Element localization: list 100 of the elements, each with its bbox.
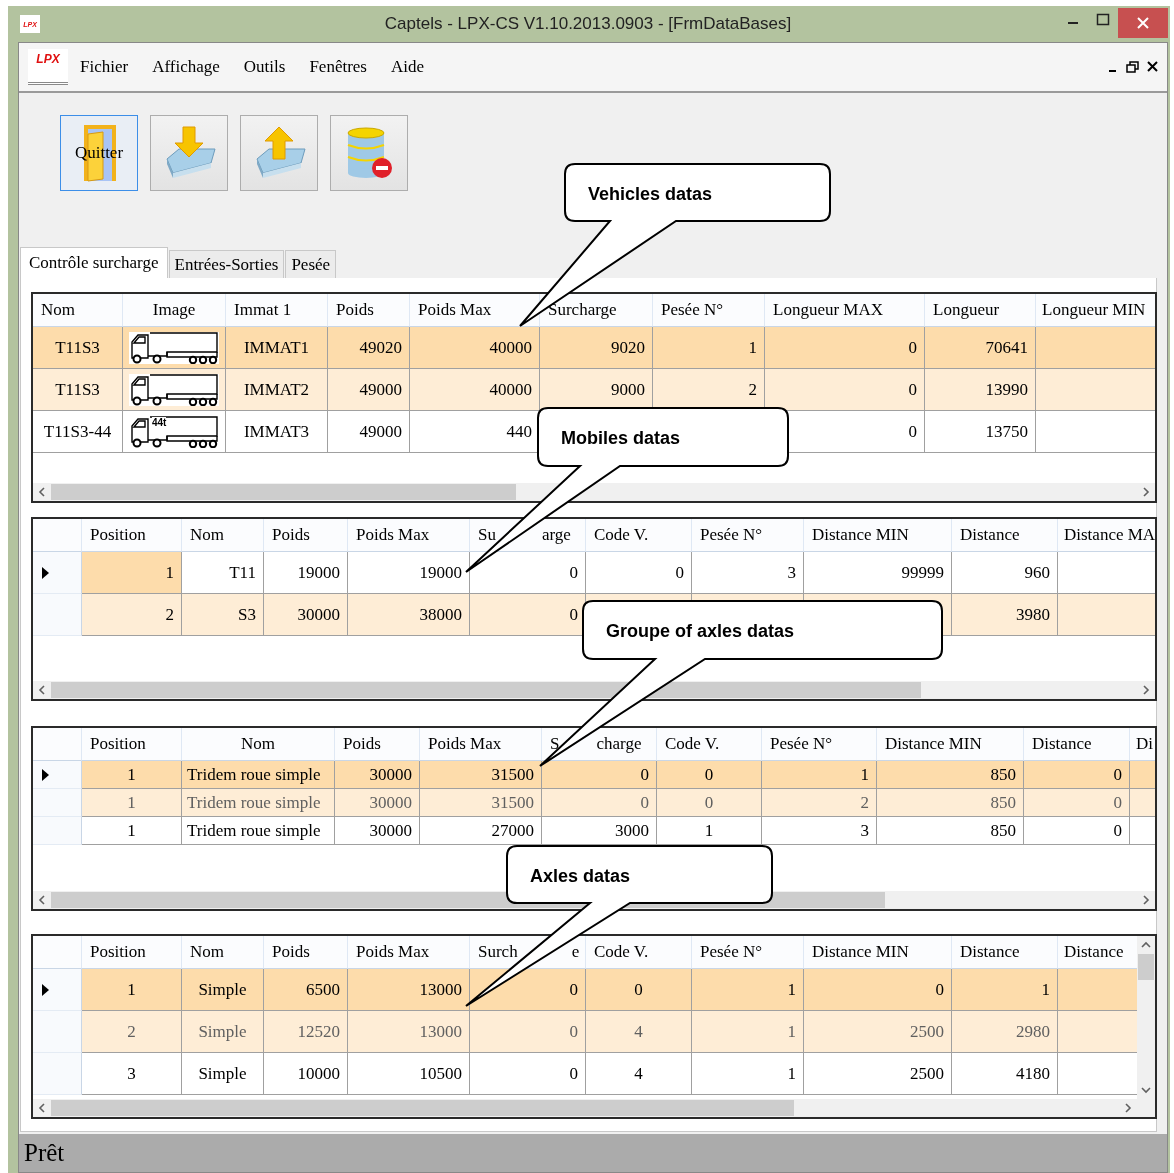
- column-header[interactable]: Distance: [952, 936, 1058, 969]
- table-cell: 49000: [328, 369, 410, 411]
- column-header[interactable]: Pesée N°: [692, 519, 804, 552]
- row-header-cell[interactable]: [33, 817, 82, 845]
- table-cell: 0: [470, 969, 586, 1011]
- column-header[interactable]: Pesée N°: [653, 294, 765, 327]
- column-header[interactable]: Immat 1: [226, 294, 328, 327]
- column-header[interactable]: Poids: [328, 294, 410, 327]
- table-cell: 13750: [925, 411, 1036, 453]
- table-cell: 850: [877, 817, 1024, 845]
- tab[interactable]: Contrôle surcharge: [20, 247, 168, 278]
- table-cell: 99999: [804, 552, 952, 594]
- table-cell: 1: [762, 761, 877, 789]
- table-cell: T11S3-44: [33, 411, 123, 453]
- column-header[interactable]: Nom: [182, 728, 335, 761]
- truck-icon: [129, 415, 219, 448]
- tab[interactable]: Entrées-Sorties: [168, 250, 285, 278]
- table-cell: 3: [692, 552, 804, 594]
- column-header[interactable]: Distance MA: [1058, 519, 1155, 552]
- scrollbar-thumb[interactable]: [1138, 954, 1154, 980]
- row-header-cell[interactable]: [33, 969, 82, 1011]
- table-cell: 1: [692, 969, 804, 1011]
- table-cell: 0: [657, 789, 762, 817]
- column-header[interactable]: Distance: [1024, 728, 1130, 761]
- restore-icon[interactable]: [1125, 59, 1141, 75]
- horizontal-scrollbar[interactable]: [33, 483, 1155, 501]
- table-cell: [1130, 789, 1155, 817]
- column-header[interactable]: Pesée N°: [692, 936, 804, 969]
- menu-item[interactable]: Affichage: [152, 57, 220, 77]
- column-header[interactable]: Poids Max: [348, 519, 470, 552]
- table-cell: Tridem roue simple: [182, 817, 335, 845]
- column-header[interactable]: Code V.: [586, 519, 692, 552]
- row-header-cell[interactable]: [33, 594, 82, 636]
- column-header[interactable]: Nom: [182, 936, 264, 969]
- vertical-scrollbar[interactable]: [1137, 936, 1155, 1117]
- table-cell: 0: [1024, 817, 1130, 845]
- row-header-cell[interactable]: [33, 1011, 82, 1053]
- table-cell: 10000: [264, 1053, 348, 1095]
- column-header[interactable]: Poids Max: [410, 294, 540, 327]
- column-header[interactable]: Distance MIN: [877, 728, 1024, 761]
- column-header[interactable]: Poids: [335, 728, 420, 761]
- column-header[interactable]: Position: [82, 519, 182, 552]
- column-header[interactable]: Di: [1130, 728, 1155, 761]
- truck-label: 44t: [152, 416, 167, 428]
- database-delete-button[interactable]: [330, 115, 408, 191]
- row-header-cell[interactable]: [33, 761, 82, 789]
- scrollbar-thumb[interactable]: [51, 1100, 794, 1116]
- table-cell: IMMAT2: [226, 369, 328, 411]
- column-header[interactable]: Position: [82, 936, 182, 969]
- scrollbar-thumb[interactable]: [51, 682, 921, 698]
- column-header[interactable]: Distance MIN: [804, 936, 952, 969]
- database-minus-icon: [344, 125, 394, 181]
- column-header[interactable]: Distance MIN: [804, 519, 952, 552]
- column-header[interactable]: Poids Max: [348, 936, 470, 969]
- table-cell: 0: [765, 369, 925, 411]
- column-header[interactable]: Position: [82, 728, 182, 761]
- column-header[interactable]: Poids Max: [420, 728, 542, 761]
- horizontal-scrollbar[interactable]: [33, 1099, 1137, 1117]
- column-header[interactable]: Code V.: [586, 936, 692, 969]
- menu-item[interactable]: Aide: [390, 57, 424, 77]
- column-header[interactable]: Surcharge: [540, 294, 653, 327]
- column-header[interactable]: Image: [123, 294, 226, 327]
- truck-icon: [129, 331, 219, 364]
- table-cell: 2980: [952, 1011, 1058, 1053]
- column-header[interactable]: Poids: [264, 936, 348, 969]
- table-cell: 1: [692, 1011, 804, 1053]
- column-header[interactable]: Nom: [33, 294, 123, 327]
- column-header[interactable]: Longueur MIN: [1036, 294, 1155, 327]
- table-cell: 30000: [335, 817, 420, 845]
- table-cell: 1: [82, 817, 182, 845]
- table-cell: 960: [952, 552, 1058, 594]
- table-cell: Tridem roue simple: [182, 789, 335, 817]
- tab[interactable]: Pesée: [285, 250, 337, 278]
- column-header[interactable]: Nom: [182, 519, 264, 552]
- table-cell: 1: [952, 969, 1058, 1011]
- column-header[interactable]: Poids: [264, 519, 348, 552]
- scrollbar-thumb[interactable]: [51, 484, 516, 500]
- row-header-cell[interactable]: [33, 789, 82, 817]
- column-header[interactable]: Distance: [952, 519, 1058, 552]
- table-cell: 40000: [410, 327, 540, 369]
- table-cell: 2: [762, 789, 877, 817]
- column-header[interactable]: Distance: [1058, 936, 1137, 969]
- horizontal-scrollbar[interactable]: [33, 681, 1155, 699]
- column-header[interactable]: Code V.: [657, 728, 762, 761]
- table-cell: 0: [542, 789, 657, 817]
- menu-item[interactable]: Fenêtres: [309, 57, 367, 77]
- table-cell: 850: [877, 761, 1024, 789]
- column-header[interactable]: Pesée N°: [762, 728, 877, 761]
- menu-item[interactable]: Outils: [243, 57, 286, 77]
- table-cell: 850: [877, 789, 1024, 817]
- column-header[interactable]: Longueur MAX: [765, 294, 925, 327]
- row-header-cell[interactable]: [33, 1053, 82, 1095]
- table-cell: 3000: [542, 817, 657, 845]
- menu-item[interactable]: Fichier: [80, 57, 129, 77]
- callout-label: Groupe of axles datas: [606, 621, 795, 641]
- logo-text: LPX: [36, 52, 60, 66]
- table-cell: Simple: [182, 1011, 264, 1053]
- table-cell: 10500: [348, 1053, 470, 1095]
- column-header[interactable]: Longueur: [925, 294, 1036, 327]
- row-header-cell[interactable]: [33, 552, 82, 594]
